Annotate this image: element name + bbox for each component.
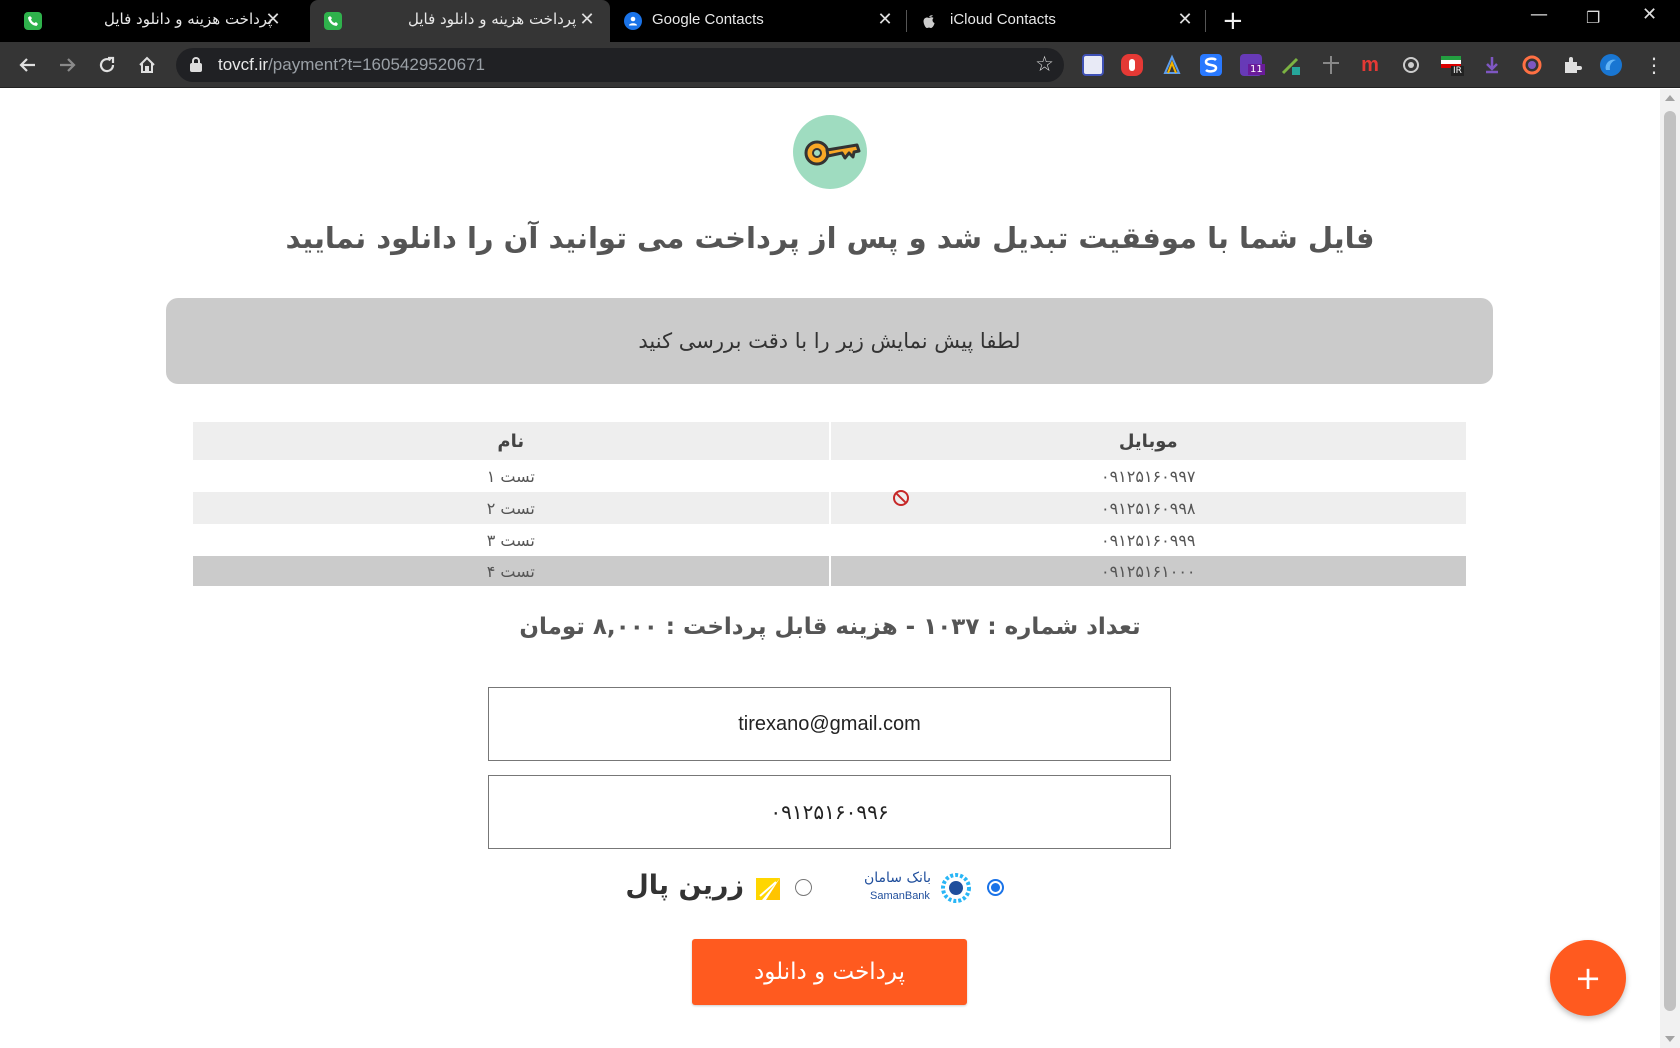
tab-separator <box>906 10 907 32</box>
page-content: فایل شما با موفقیت تبدیل شد و پس از پردا… <box>0 89 1660 1048</box>
table-row: تست ۱ ۰۹۱۲۵۱۶۰۹۹۷ <box>193 460 1466 492</box>
zarinpal-radio[interactable] <box>795 879 812 896</box>
phone-field[interactable]: ۰۹۱۲۵۱۶۰۹۹۶ <box>488 775 1171 849</box>
cell-name: تست ۳ <box>193 524 831 556</box>
extension-chart-icon[interactable] <box>1161 54 1183 76</box>
extension-cloud-icon[interactable] <box>1400 54 1422 76</box>
back-button[interactable] <box>14 51 42 79</box>
payment-gateway-selector: زرین پال بانک سامان SamanBank <box>625 864 1020 910</box>
close-icon[interactable]: ✕ <box>264 9 282 30</box>
extension-m-icon[interactable]: m <box>1359 54 1381 76</box>
zarinpal-mark-icon <box>756 878 780 900</box>
extension-s-icon[interactable] <box>1200 54 1222 76</box>
cell-mobile: ۰۹۱۲۵۱۶۰۹۹۹ <box>1100 530 1196 550</box>
forward-arrow-icon <box>60 58 76 72</box>
tab-google-contacts[interactable]: Google Contacts ✕ <box>612 0 900 42</box>
minimize-button[interactable]: — <box>1530 4 1548 25</box>
cell-name: تست ۴ <box>193 556 831 586</box>
tab-payment-1[interactable]: پرداخت هزینه و دانلود فایل ✕ <box>0 0 290 42</box>
close-icon[interactable]: ✕ <box>1176 9 1194 30</box>
email-field[interactable]: tirexano@gmail.com <box>488 687 1171 761</box>
table-row: تست ۳ ۰۹۱۲۵۱۶۰۹۹۹ <box>193 524 1466 556</box>
table-header-row: نام موبایل <box>193 422 1466 460</box>
extension-color-icon[interactable] <box>1521 54 1543 76</box>
cell-mobile: ۰۹۱۲۵۱۶۰۹۹۸ <box>1100 498 1196 518</box>
extension-adblock-icon[interactable] <box>1121 54 1143 76</box>
phone-icon <box>324 12 342 30</box>
phone-icon <box>24 12 42 30</box>
page-scrollbar[interactable] <box>1660 89 1680 1048</box>
home-icon <box>139 56 155 73</box>
extension-doc-icon[interactable] <box>1082 54 1104 76</box>
extension-calendar-icon[interactable]: 11 <box>1240 54 1265 76</box>
tab-payment-2[interactable]: پرداخت هزینه و دانلود فایل ✕ <box>310 0 610 42</box>
payment-summary: تعداد شماره : ۱۰۳۷ - هزینه قابل پرداخت :… <box>519 614 1141 640</box>
saman-flower-icon <box>941 873 971 903</box>
scroll-down-arrow-icon[interactable] <box>1665 1036 1675 1042</box>
pay-and-download-button[interactable]: پرداخت و دانلود <box>692 939 967 1005</box>
cell-mobile: ۰۹۱۲۵۱۶۰۹۹۷ <box>1100 466 1196 486</box>
tab-title: پرداخت هزینه و دانلود فایل <box>104 10 273 28</box>
preview-notice: لطفا پیش نمایش زیر را با دقت بررسی کنید <box>166 298 1493 384</box>
lock-icon[interactable] <box>190 57 202 72</box>
reload-button[interactable] <box>93 51 121 79</box>
profile-avatar[interactable] <box>1600 54 1622 76</box>
close-icon[interactable]: ✕ <box>876 9 894 30</box>
extensions-puzzle-icon[interactable] <box>1561 54 1583 76</box>
page-title: فایل شما با موفقیت تبدیل شد و پس از پردا… <box>285 221 1375 255</box>
cell-name: تست ۱ <box>193 460 831 492</box>
saman-bank-radio[interactable] <box>987 879 1004 896</box>
scrollbar-thumb[interactable] <box>1664 111 1676 1011</box>
contacts-icon <box>624 12 642 30</box>
menu-kebab-icon[interactable]: ⋮ <box>1640 51 1668 79</box>
tab-icloud-contacts[interactable]: iCloud Contacts ✕ <box>910 0 1200 42</box>
saman-bank-logo: بانک سامان SamanBank <box>852 868 972 908</box>
bookmark-star-icon[interactable]: ☆ <box>1035 52 1054 76</box>
zarinpal-logo: زرین پال <box>625 868 788 908</box>
preview-table: نام موبایل تست ۱ ۰۹۱۲۵۱۶۰۹۹۷ تست ۲ ۰۹۱۲۵… <box>193 422 1466 586</box>
not-allowed-cursor-icon <box>893 490 909 506</box>
extension-badge: 11 <box>1248 64 1265 75</box>
cell-name: تست ۲ <box>193 492 831 524</box>
floating-add-button[interactable]: + <box>1550 940 1626 1016</box>
table-row: تست ۴ ۰۹۱۲۵۱۶۱۰۰۰ <box>193 556 1466 586</box>
tab-separator <box>1205 10 1206 32</box>
close-icon[interactable]: ✕ <box>578 9 596 30</box>
cell-mobile: ۰۹۱۲۵۱۶۱۰۰۰ <box>1100 561 1196 581</box>
column-header-mobile: موبایل <box>1118 430 1178 452</box>
tab-title: iCloud Contacts <box>950 11 1056 28</box>
table-row: تست ۲ ۰۹۱۲۵۱۶۰۹۹۸ <box>193 492 1466 524</box>
scroll-up-arrow-icon[interactable] <box>1665 95 1675 101</box>
extension-download-icon[interactable] <box>1481 54 1503 76</box>
restore-button[interactable]: ❐ <box>1586 8 1600 27</box>
back-arrow-icon <box>19 58 35 72</box>
tab-title: Google Contacts <box>652 11 764 28</box>
new-tab-button[interactable]: + <box>1222 6 1244 36</box>
url-text[interactable]: tovcf.ir/payment?t=1605429520671 <box>218 55 485 75</box>
extension-iran-flag-icon[interactable]: IR <box>1440 54 1464 76</box>
apple-icon <box>920 12 938 30</box>
forward-button[interactable] <box>53 51 81 79</box>
browser-toolbar: tovcf.ir/payment?t=1605429520671 ☆ 11 m … <box>0 42 1680 88</box>
extension-cross-icon[interactable] <box>1320 54 1342 76</box>
home-button[interactable] <box>133 51 161 79</box>
extension-badge: IR <box>1451 66 1464 76</box>
extension-pen-icon[interactable] <box>1280 54 1302 76</box>
column-header-name: نام <box>193 422 831 460</box>
address-bar[interactable]: tovcf.ir/payment?t=1605429520671 ☆ <box>176 48 1064 82</box>
tab-title: پرداخت هزینه و دانلود فایل <box>408 10 577 28</box>
tab-strip: پرداخت هزینه و دانلود فایل ✕ پرداخت هزین… <box>0 0 1680 42</box>
key-logo-icon <box>793 115 867 189</box>
window-close-button[interactable]: ✕ <box>1642 4 1657 25</box>
reload-icon <box>99 56 115 73</box>
